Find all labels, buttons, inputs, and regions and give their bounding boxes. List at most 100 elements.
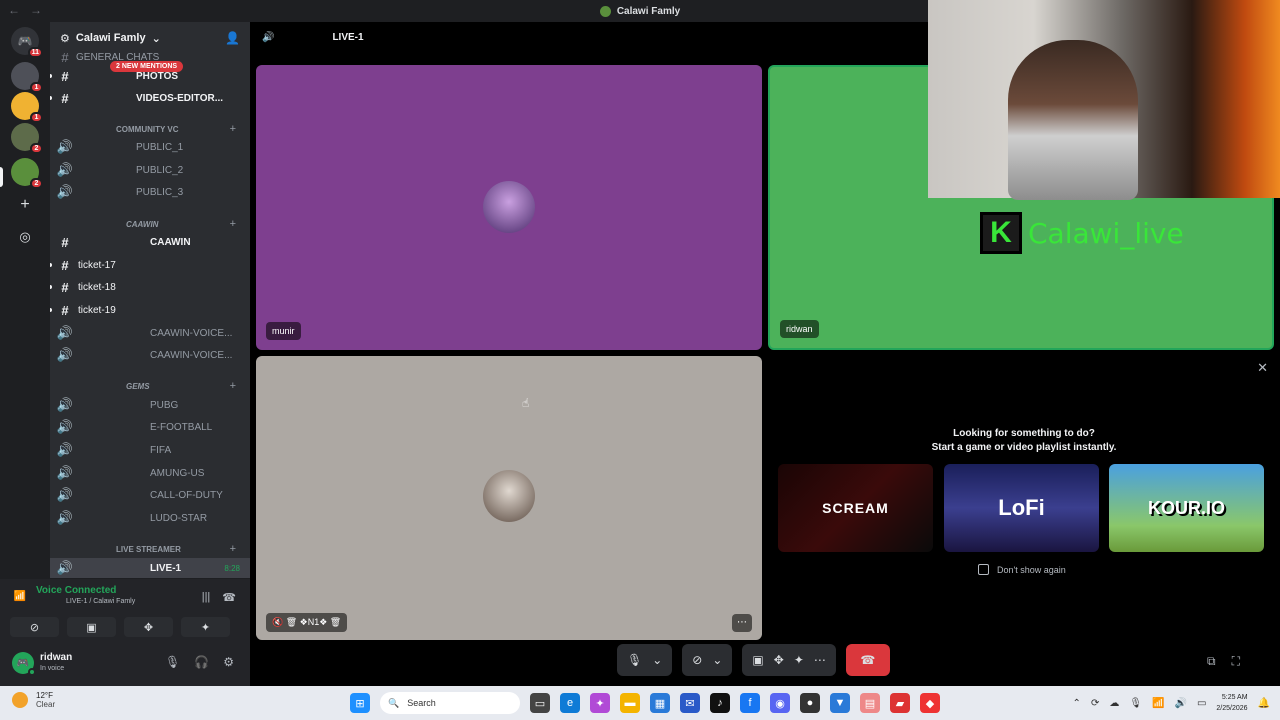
category-caawin[interactable]: CAAWIN + [50, 217, 250, 231]
microphone-button[interactable]: 🎙 ⌄ [617, 644, 673, 676]
notification-bell-icon[interactable]: 🔔 [1258, 698, 1270, 709]
avatar[interactable]: 🎮 [12, 652, 36, 676]
username[interactable]: ridwan [40, 652, 72, 663]
clock[interactable]: 5:25 AM 2/25/2026 [1216, 692, 1247, 714]
chevron-up-icon[interactable]: ⌃ [1073, 698, 1081, 709]
pop-out-icon[interactable]: ⧉ [1207, 654, 1216, 669]
chevron-down-icon[interactable]: ⌄ [652, 653, 662, 667]
channel-ticket-17[interactable]: # ticket-17 [50, 255, 250, 275]
fullscreen-icon[interactable]: ⛶ [1232, 654, 1240, 669]
add-channel-icon[interactable]: + [230, 380, 236, 392]
channel-amung-us[interactable]: 🔊 AMUNG-US [50, 463, 250, 483]
activity-card-lofi[interactable]: LoFi [944, 464, 1099, 552]
category-live-streamer[interactable]: LIVE STREAMER + [50, 542, 250, 556]
channel-ludo-star[interactable]: 🔊 LUDO-STAR [50, 508, 250, 528]
channel-caawin-voice-1[interactable]: 🔊 CAAWIN-VOICE... [50, 323, 250, 343]
store-icon[interactable]: ▦ [650, 693, 670, 713]
direct-messages-icon[interactable]: 🎮 11 [11, 27, 43, 58]
wifi-icon[interactable]: 📶 [1152, 698, 1164, 709]
channel-pubg[interactable]: 🔊 PUBG [50, 395, 250, 415]
tiktok-icon[interactable]: ♪ [710, 693, 730, 713]
server-item-calawi[interactable]: 2 [11, 158, 43, 189]
mic-tray-icon[interactable]: 🎙 [1129, 698, 1142, 709]
channel-caawin-voice-2[interactable]: 🔊 CAAWIN-VOICE... [50, 345, 250, 365]
server-item-3[interactable]: 2 [11, 123, 43, 154]
category-gems[interactable]: GEMS + [50, 379, 250, 393]
discord-icon[interactable]: ◉ [770, 693, 790, 713]
screen-share-icon[interactable]: ▣ [752, 653, 763, 667]
tray-app-icon[interactable]: ⟳ [1091, 698, 1099, 709]
start-icon[interactable]: ⊞ [350, 693, 370, 713]
voice-location[interactable]: LIVE-1 / Calawi Famly [66, 598, 135, 605]
add-member-icon[interactable]: 👤 [225, 31, 240, 45]
file-explorer-icon[interactable]: ▬ [620, 693, 640, 713]
app-icon-2[interactable]: ▰ [890, 693, 910, 713]
settings-gear-icon[interactable]: ⚙ [223, 655, 234, 669]
category-community-vc[interactable]: COMMUNITY VC + [50, 122, 250, 136]
channel-caawin[interactable]: # CAAWIN [50, 232, 250, 252]
forward-icon[interactable]: → [30, 3, 42, 17]
server-item-1[interactable]: 1 [11, 62, 43, 93]
battery-icon[interactable]: ▭ [1197, 698, 1206, 709]
activity-card-scream[interactable]: SCREAM [778, 464, 933, 552]
task-view-icon[interactable]: ▭ [530, 693, 550, 713]
selected-server-pill [0, 167, 3, 187]
server-item-2[interactable]: 1 [11, 92, 43, 123]
noise-suppression-icon[interactable]: ||| [202, 591, 211, 604]
close-icon[interactable]: ✕ [1257, 360, 1268, 376]
edge-icon[interactable]: e [560, 693, 580, 713]
headphones-icon[interactable]: 🎧 [194, 655, 209, 669]
soundboard-icon[interactable]: ✦ [794, 653, 804, 667]
activity-card-kour[interactable]: KOUR.IO [1109, 464, 1264, 552]
back-icon[interactable]: ← [8, 3, 20, 17]
voice-status[interactable]: Voice Connected [36, 585, 135, 596]
channel-public-3[interactable]: 🔊 PUBLIC_3 [50, 182, 250, 202]
category-label: LIVE STREAMER [116, 544, 181, 554]
chevron-down-icon[interactable]: ⌄ [712, 653, 722, 667]
participant-tile-3[interactable]: 🔇 🗑 ❖N1❖ 🗑 ⋯ [256, 356, 762, 640]
microphone-icon[interactable]: 🎙 [165, 655, 180, 669]
webcam-person [1008, 40, 1138, 200]
onedrive-icon[interactable]: ☁ [1109, 698, 1119, 709]
channel-live-1[interactable]: 🔊 LIVE-1 8:28 [50, 558, 250, 578]
channel-public-2[interactable]: 🔊 PUBLIC_2 [50, 160, 250, 180]
channel-public-1[interactable]: 🔊 PUBLIC_1 [50, 137, 250, 157]
channel-videos-editor[interactable]: # VIDEOS-EDITOR... [50, 88, 250, 108]
channel-fifa[interactable]: 🔊 FIFA [50, 440, 250, 460]
add-channel-icon[interactable]: + [230, 123, 236, 135]
connection-signal-icon[interactable]: 📶 [12, 591, 28, 607]
facebook-icon[interactable]: f [740, 693, 760, 713]
activities-button[interactable]: ✥ [124, 617, 173, 637]
app-icon-1[interactable]: ▤ [860, 693, 880, 713]
more-options-icon[interactable]: ⋯ [732, 614, 752, 632]
weather-widget[interactable]: 12°F Clear [12, 691, 55, 709]
more-icon[interactable]: ⋯ [814, 653, 826, 667]
taskbar-search[interactable]: 🔍 Search [380, 692, 520, 714]
camera-button[interactable]: ⊘ ⌄ [682, 644, 733, 676]
dont-show-checkbox[interactable] [978, 564, 989, 575]
dont-show-again[interactable]: Don't show again [978, 564, 1066, 575]
soundboard-button[interactable]: ✦ [181, 617, 230, 637]
add-channel-icon[interactable]: + [230, 218, 236, 230]
server-header[interactable]: ⚙ Calawi Famly ⌄ 👤 [50, 22, 250, 54]
app-icon-3[interactable]: ◆ [920, 693, 940, 713]
add-server-icon[interactable]: + [11, 191, 39, 219]
participant-tile-munir[interactable]: munir [256, 65, 762, 350]
camera-off-button[interactable]: ⊘ [10, 617, 59, 637]
activities-icon[interactable]: ✥ [774, 653, 784, 667]
mail-icon[interactable]: ✉ [680, 693, 700, 713]
copilot-icon[interactable]: ✦ [590, 693, 610, 713]
add-channel-icon[interactable]: + [230, 543, 236, 555]
discover-icon[interactable]: ◎ [11, 223, 39, 251]
volume-icon[interactable]: 🔊 [1174, 698, 1186, 709]
channel-e-football[interactable]: 🔊 E-FOOTBALL [50, 417, 250, 437]
disconnect-icon[interactable]: ☎ [222, 591, 236, 604]
defender-icon[interactable]: ▼ [830, 693, 850, 713]
new-mentions-badge[interactable]: 2 NEW MENTIONS [110, 61, 184, 72]
channel-call-of-duty[interactable]: 🔊 CALL-OF-DUTY [50, 485, 250, 505]
channel-ticket-18[interactable]: # ticket-18 [50, 277, 250, 297]
screen-share-button[interactable]: ▣ [67, 617, 116, 637]
leave-call-button[interactable]: ☎ [845, 644, 890, 676]
channel-ticket-19[interactable]: # ticket-19 [50, 300, 250, 320]
obs-icon[interactable]: ● [800, 693, 820, 713]
